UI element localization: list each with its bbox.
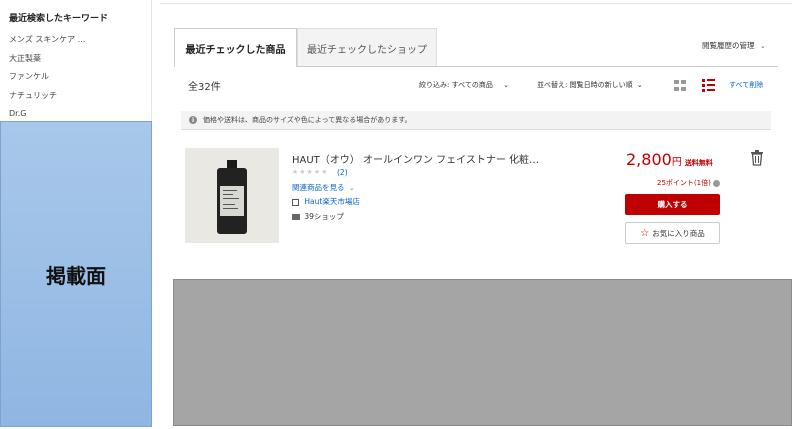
bottle-label-shape bbox=[220, 186, 244, 216]
result-count: 全32件 bbox=[188, 82, 221, 93]
shop-name: Haut楽天市場店 bbox=[304, 197, 360, 206]
price-unit: 円 bbox=[671, 157, 682, 168]
shop-link[interactable]: Haut楽天市場店 bbox=[292, 196, 360, 207]
ad-placement-label: 掲載面 bbox=[46, 264, 106, 288]
trash-icon[interactable] bbox=[750, 150, 764, 166]
free-shipping-badge: 送料無料 bbox=[684, 159, 713, 167]
tab-underline bbox=[296, 66, 778, 67]
filter-label: 絞り込み: すべての商品 bbox=[419, 81, 493, 89]
chevron-down-icon: ⌄ bbox=[759, 42, 766, 50]
keyword-item[interactable]: ファンケル bbox=[9, 71, 49, 82]
shop-count: 39ショップ bbox=[292, 211, 344, 222]
chevron-down-icon: ⌄ bbox=[636, 81, 643, 89]
sidebar-divider bbox=[151, 0, 152, 121]
history-manage-dropdown[interactable]: 閲覧履歴の管理 ⌄ bbox=[702, 40, 766, 51]
shops-icon bbox=[292, 214, 300, 220]
shop-count-label: 39ショップ bbox=[304, 212, 344, 221]
tab-recent-shops[interactable]: 最近チェックしたショップ bbox=[297, 28, 437, 67]
sidebar: 最近検索したキーワード メンズ スキンケア ... 大正製薬 ファンケル ナチュ… bbox=[0, 0, 152, 429]
notice-text: 価格や送料は、商品のサイズや色によって異なる場合があります。 bbox=[203, 116, 412, 124]
review-count-link[interactable]: (2) bbox=[337, 168, 348, 177]
price-notice: i 価格や送料は、商品のサイズや色によって異なる場合があります。 bbox=[181, 111, 771, 130]
keyword-item[interactable]: メンズ スキンケア ... bbox=[9, 34, 85, 45]
points-label: 25ポイント(1倍) bbox=[657, 179, 711, 187]
sort-dropdown[interactable]: 並べ替え: 閲覧日時の新しい順 ⌄ bbox=[537, 80, 643, 90]
related-products-link[interactable]: 関連商品を見る ⌄ bbox=[292, 182, 355, 193]
chevron-down-icon: ⌄ bbox=[348, 184, 355, 192]
star-icon: ☆ bbox=[640, 227, 650, 239]
favorite-label: お気に入り商品 bbox=[652, 228, 705, 238]
ad-placement-panel: 掲載面 bbox=[0, 121, 152, 427]
points-info: 25ポイント(1倍) bbox=[657, 178, 720, 188]
shop-icon bbox=[292, 198, 299, 206]
ad-placeholder-block bbox=[173, 279, 792, 426]
sort-label: 並べ替え: 閲覧日時の新しい順 bbox=[537, 81, 633, 89]
info-icon[interactable] bbox=[712, 179, 720, 187]
list-view-icon[interactable] bbox=[702, 79, 715, 92]
keyword-item[interactable]: Dr.G bbox=[9, 109, 26, 118]
info-icon: i bbox=[189, 116, 197, 124]
price-value: 2,800 bbox=[626, 150, 672, 169]
recent-keywords-title: 最近検索したキーワード bbox=[9, 14, 109, 24]
keyword-item[interactable]: ナチュリッチ bbox=[9, 90, 57, 101]
product-name-link[interactable]: HAUT（オウ） オールインワン フェイストナー 化粧… bbox=[292, 151, 539, 166]
grid-view-icon[interactable] bbox=[674, 80, 686, 91]
favorite-button[interactable]: ☆ お気に入り商品 bbox=[625, 222, 720, 244]
rating-stars: ★★★★★ bbox=[292, 168, 329, 176]
product-image[interactable] bbox=[185, 148, 279, 243]
buy-button[interactable]: 購入する bbox=[625, 194, 720, 215]
keyword-item[interactable]: 大正製薬 bbox=[9, 53, 41, 64]
delete-all-link[interactable]: すべて削除 bbox=[729, 80, 763, 90]
top-divider bbox=[160, 3, 792, 4]
related-products-label: 関連商品を見る bbox=[292, 183, 345, 192]
tab-recent-products[interactable]: 最近チェックした商品 bbox=[174, 28, 297, 67]
filter-dropdown[interactable]: 絞り込み: すべての商品 ⌄ bbox=[419, 80, 509, 90]
product-price: 2,800円 送料無料 bbox=[626, 150, 713, 169]
chevron-down-icon: ⌄ bbox=[503, 81, 509, 89]
history-manage-label: 閲覧履歴の管理 bbox=[702, 41, 755, 50]
